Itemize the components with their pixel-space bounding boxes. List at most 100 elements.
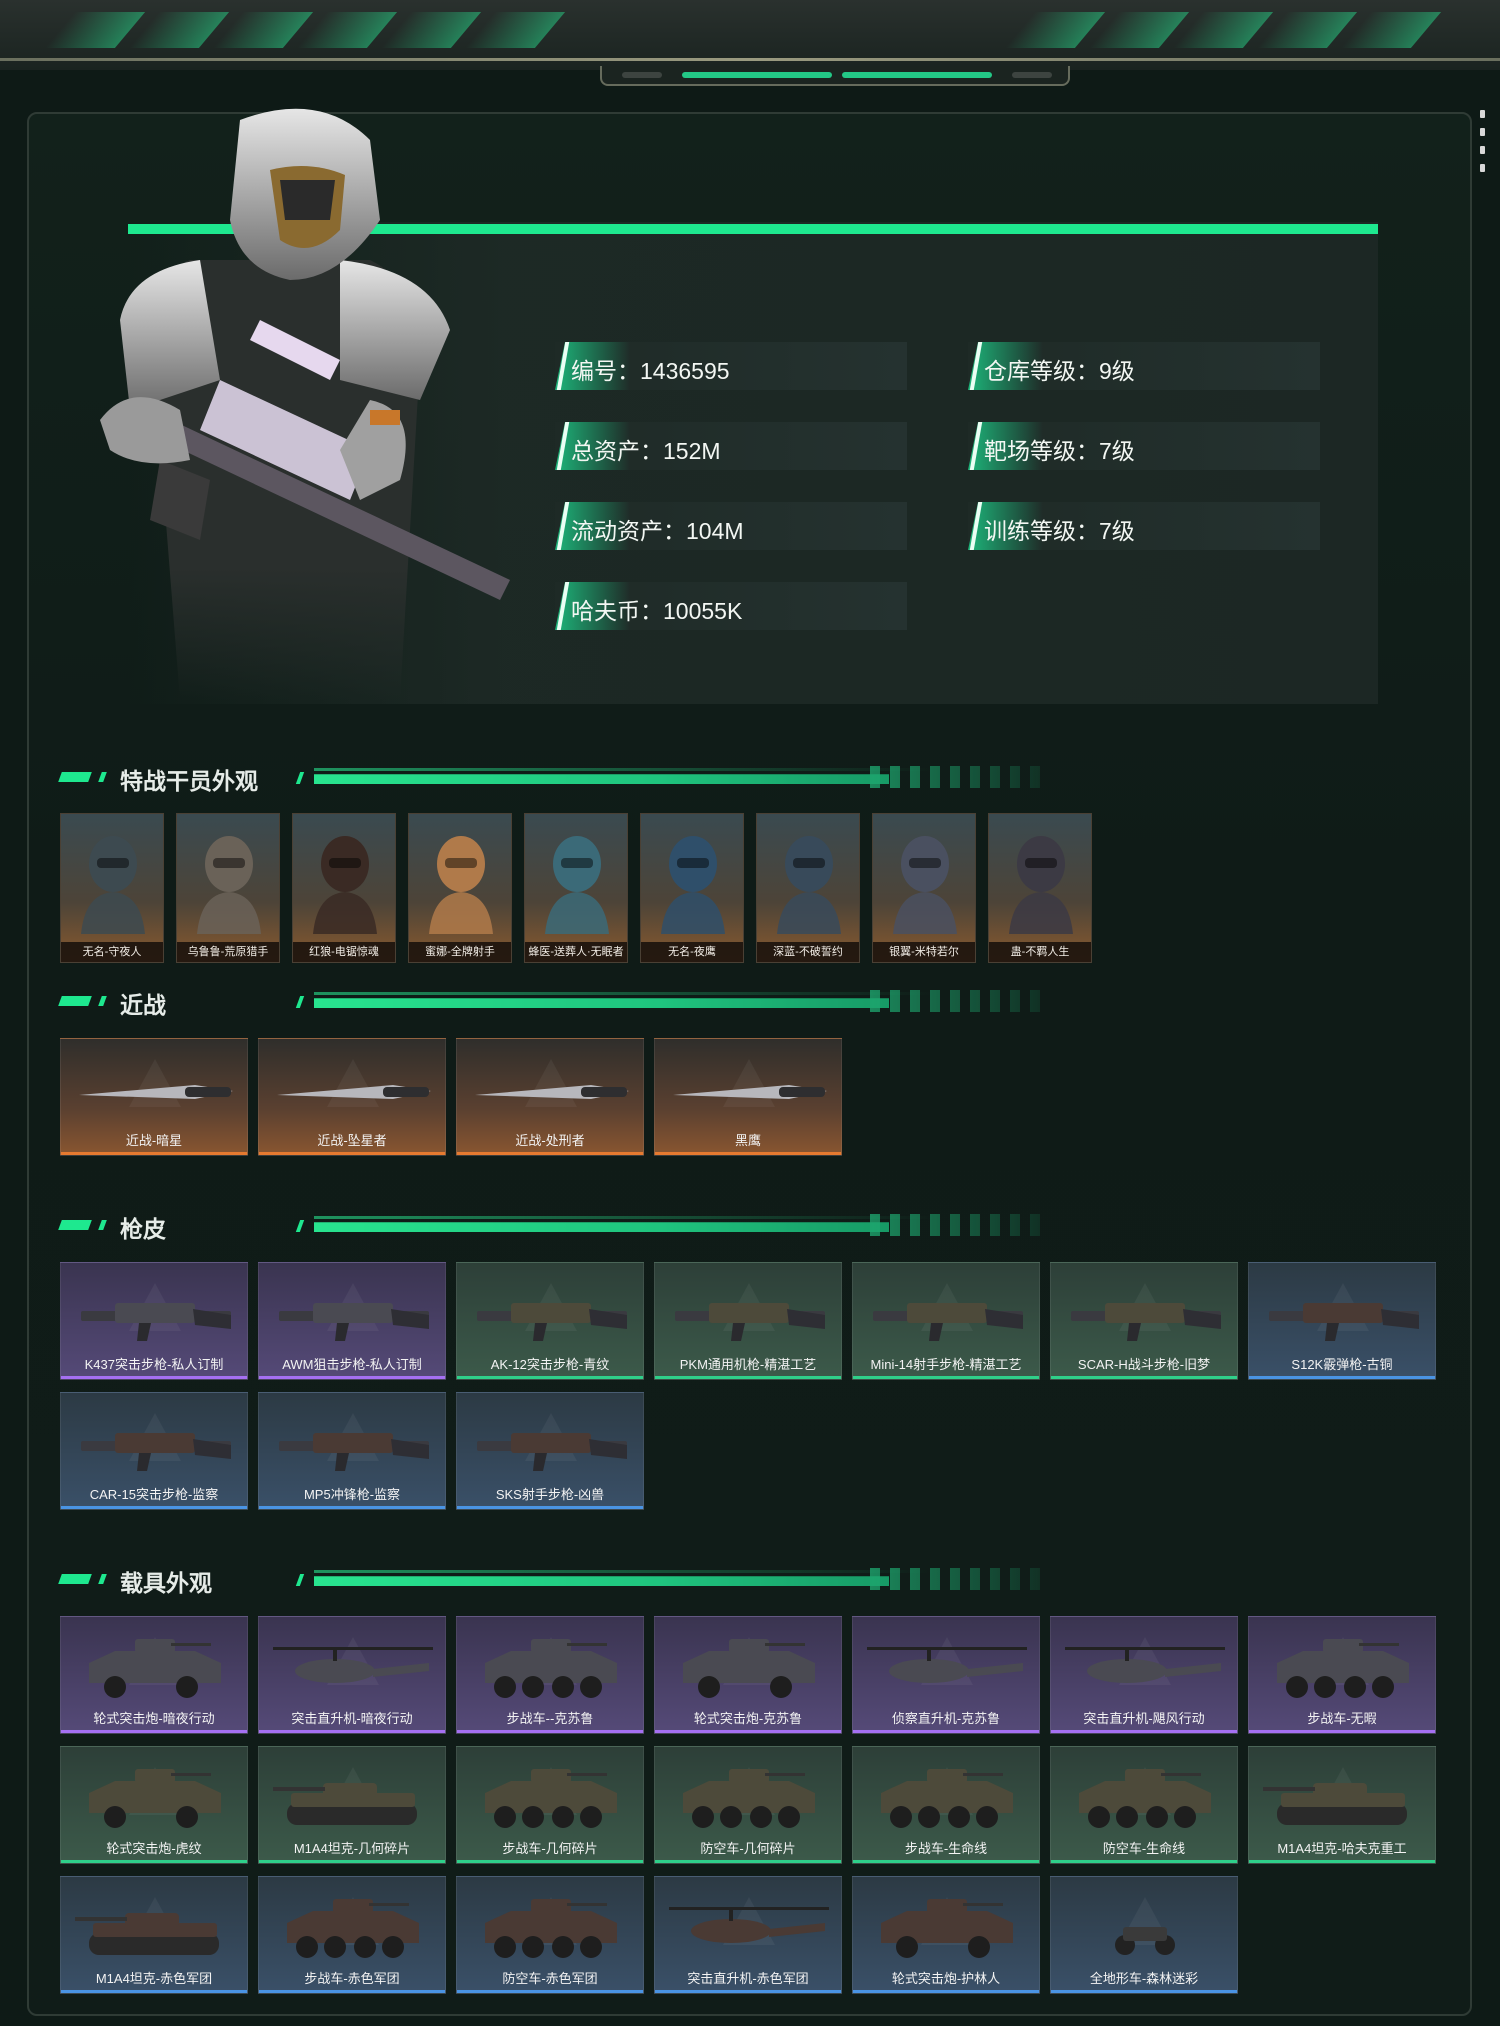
vehicle-skin-card[interactable]: 突击直升机-赤色军团 (654, 1876, 842, 1994)
operator-card[interactable]: 无名-夜鹰 (640, 813, 744, 963)
vehicle-skin-card[interactable]: 轮式突击炮-暗夜行动 (60, 1616, 248, 1734)
vehicle-skin-card[interactable]: 防空车-赤色军团 (456, 1876, 644, 1994)
gun-skin-card[interactable]: SKS射手步枪-凶兽 (456, 1392, 644, 1510)
operator-portrait (777, 836, 841, 934)
vehicle-skin-card-image (683, 1769, 815, 1828)
stat-haf-coin: 哈夫币：10055K (555, 582, 907, 630)
stat-warehouse-level-text: 仓库等级：9级 (984, 358, 1135, 384)
gun-skin-card-image (81, 1433, 231, 1471)
operator-name: 蜂医-送葬人·无眠者 (525, 942, 627, 962)
gun-skin-card-image (1071, 1303, 1221, 1341)
vehicle-skin-card-image (669, 1907, 829, 1943)
vehicle-skin-card-name: 步战车-生命线 (904, 1841, 988, 1856)
section-title-melee: 近战 (120, 992, 166, 1018)
vehicle-skin-card-image (881, 1769, 1013, 1828)
vehicle-skin-card-name: 防空车-生命线 (1102, 1841, 1186, 1856)
gun-skin-card-image (873, 1303, 1023, 1341)
section-header-operators: 特战干员外观 (58, 762, 1060, 794)
gun-skin-card-image (1269, 1303, 1419, 1341)
gun-skin-card-name: AWM狙击步枪-私人订制 (282, 1357, 422, 1372)
operator-name: 深蓝-不破誓约 (757, 942, 859, 962)
operator-portrait (81, 836, 145, 934)
vehicle-skin-card-name: 轮式突击炮-克苏鲁 (693, 1711, 803, 1726)
vehicle-skin-card[interactable]: M1A4坦克-几何碎片 (258, 1746, 446, 1864)
gun-skin-card-name: S12K霰弹枪-古铜 (1291, 1357, 1393, 1372)
gun-skin-card[interactable]: AWM狙击步枪-私人订制 (258, 1262, 446, 1380)
gun-skin-card[interactable]: S12K霰弹枪-古铜 (1248, 1262, 1436, 1380)
vehicle-skin-card[interactable]: 侦察直升机-克苏鲁 (852, 1616, 1040, 1734)
vehicle-skin-card-image (1065, 1647, 1225, 1683)
section-header-vehicles: 载具外观 (58, 1564, 1060, 1596)
gun-skin-card[interactable]: K437突击步枪-私人订制 (60, 1262, 248, 1380)
vehicle-skin-card[interactable]: 步战车--克苏鲁 (456, 1616, 644, 1734)
gun-skin-card-name: PKM通用机枪-精湛工艺 (679, 1357, 817, 1372)
stat-training-level: 训练等级：7级 (968, 502, 1320, 550)
vehicle-skin-card-image (683, 1639, 815, 1698)
vehicle-skin-card[interactable]: M1A4坦克-哈夫克重工 (1248, 1746, 1436, 1864)
vehicle-skin-card-image (881, 1899, 1013, 1958)
vehicle-skin-card[interactable]: 轮式突击炮-克苏鲁 (654, 1616, 842, 1734)
gun-skin-card-image (81, 1303, 231, 1341)
gun-skin-card-image (675, 1303, 825, 1341)
operator-card[interactable]: 蜂医-送葬人·无眠者 (524, 813, 628, 963)
vehicle-skin-card-image (485, 1769, 617, 1828)
vehicle-skin-card-name: 轮式突击炮-护林人 (891, 1971, 1001, 1986)
melee-card-name: 近战-处刑者 (515, 1133, 585, 1148)
vehicle-skin-card[interactable]: 步战车-无暇 (1248, 1616, 1436, 1734)
vehicle-skin-card-name: 全地形车-森林迷彩 (1089, 1971, 1199, 1986)
gun-skin-card[interactable]: MP5冲锋枪-监察 (258, 1392, 446, 1510)
melee-card[interactable]: 黑鹰 (654, 1038, 842, 1156)
melee-card[interactable]: 近战-处刑者 (456, 1038, 644, 1156)
vehicle-skin-card[interactable]: M1A4坦克-赤色军团 (60, 1876, 248, 1994)
gun-skin-card[interactable]: SCAR-H战斗步枪-旧梦 (1050, 1262, 1238, 1380)
vehicle-skin-card-image (485, 1899, 617, 1958)
stat-range-level-text: 靶场等级：7级 (984, 438, 1135, 464)
vehicle-skin-card-name: 侦察直升机-克苏鲁 (891, 1711, 1001, 1726)
vehicle-skin-card[interactable]: 突击直升机-暗夜行动 (258, 1616, 446, 1734)
scrollbar[interactable] (1480, 110, 1486, 190)
operator-name: 无名-守夜人 (61, 942, 163, 962)
stat-id: 编号：1436595 (555, 342, 907, 390)
vehicle-skin-card[interactable]: 全地形车-森林迷彩 (1050, 1876, 1238, 1994)
melee-card-name: 黑鹰 (734, 1133, 761, 1148)
vehicle-skin-card[interactable]: 防空车-几何碎片 (654, 1746, 842, 1864)
melee-card-image (79, 1085, 233, 1099)
operator-card[interactable]: 银翼-米特若尔 (872, 813, 976, 963)
vehicle-skin-card[interactable]: 防空车-生命线 (1050, 1746, 1238, 1864)
vehicle-skin-card-name: 突击直升机-飓风行动 (1083, 1711, 1205, 1726)
vehicle-skin-card[interactable]: 步战车-生命线 (852, 1746, 1040, 1864)
vehicle-skin-card[interactable]: 步战车-几何碎片 (456, 1746, 644, 1864)
operator-card[interactable]: 乌鲁鲁-荒原猎手 (176, 813, 280, 963)
gun-skin-card-name: MP5冲锋枪-监察 (303, 1487, 401, 1502)
stat-liquid-assets: 流动资产：104M (555, 502, 907, 550)
stat-warehouse-level: 仓库等级：9级 (968, 342, 1320, 390)
stat-liquid-assets-text: 流动资产：104M (571, 518, 744, 544)
gun-skin-card[interactable]: Mini-14射手步枪-精湛工艺 (852, 1262, 1040, 1380)
vehicle-skin-card[interactable]: 轮式突击炮-护林人 (852, 1876, 1040, 1994)
vehicle-skin-card-image (273, 1647, 433, 1683)
vehicle-skin-card-image (1079, 1769, 1211, 1828)
vehicle-skin-card-name: M1A4坦克-几何碎片 (293, 1841, 411, 1856)
operator-card[interactable]: 蜜娜-全牌射手 (408, 813, 512, 963)
operator-card[interactable]: 无名-守夜人 (60, 813, 164, 963)
gun-skin-card[interactable]: PKM通用机枪-精湛工艺 (654, 1262, 842, 1380)
vehicle-skin-card[interactable]: 突击直升机-飓风行动 (1050, 1616, 1238, 1734)
gun-skin-card-image (279, 1303, 429, 1341)
gun-skin-card[interactable]: CAR-15突击步枪-监察 (60, 1392, 248, 1510)
operator-name: 银翼-米特若尔 (873, 942, 975, 962)
stat-haf-coin-text: 哈夫币：10055K (571, 598, 743, 624)
operator-card[interactable]: 蛊-不羁人生 (988, 813, 1092, 963)
melee-card[interactable]: 近战-暗星 (60, 1038, 248, 1156)
section-title-guns: 枪皮 (120, 1216, 166, 1242)
vehicle-skin-card[interactable]: 轮式突击炮-虎纹 (60, 1746, 248, 1864)
operator-card[interactable]: 红狼-电锯惊魂 (292, 813, 396, 963)
melee-card[interactable]: 近战-坠星者 (258, 1038, 446, 1156)
vehicle-skin-card[interactable]: 步战车-赤色军团 (258, 1876, 446, 1994)
gun-skin-card[interactable]: AK-12突击步枪-青纹 (456, 1262, 644, 1380)
vehicle-skin-card-image (287, 1899, 419, 1958)
section-title-vehicles: 载具外观 (120, 1570, 212, 1596)
gun-skin-card-name: SKS射手步枪-凶兽 (495, 1487, 605, 1502)
operator-card[interactable]: 深蓝-不破誓约 (756, 813, 860, 963)
gun-skin-card-name: CAR-15突击步枪-监察 (89, 1487, 219, 1502)
vehicle-skin-card-image (1277, 1639, 1409, 1698)
